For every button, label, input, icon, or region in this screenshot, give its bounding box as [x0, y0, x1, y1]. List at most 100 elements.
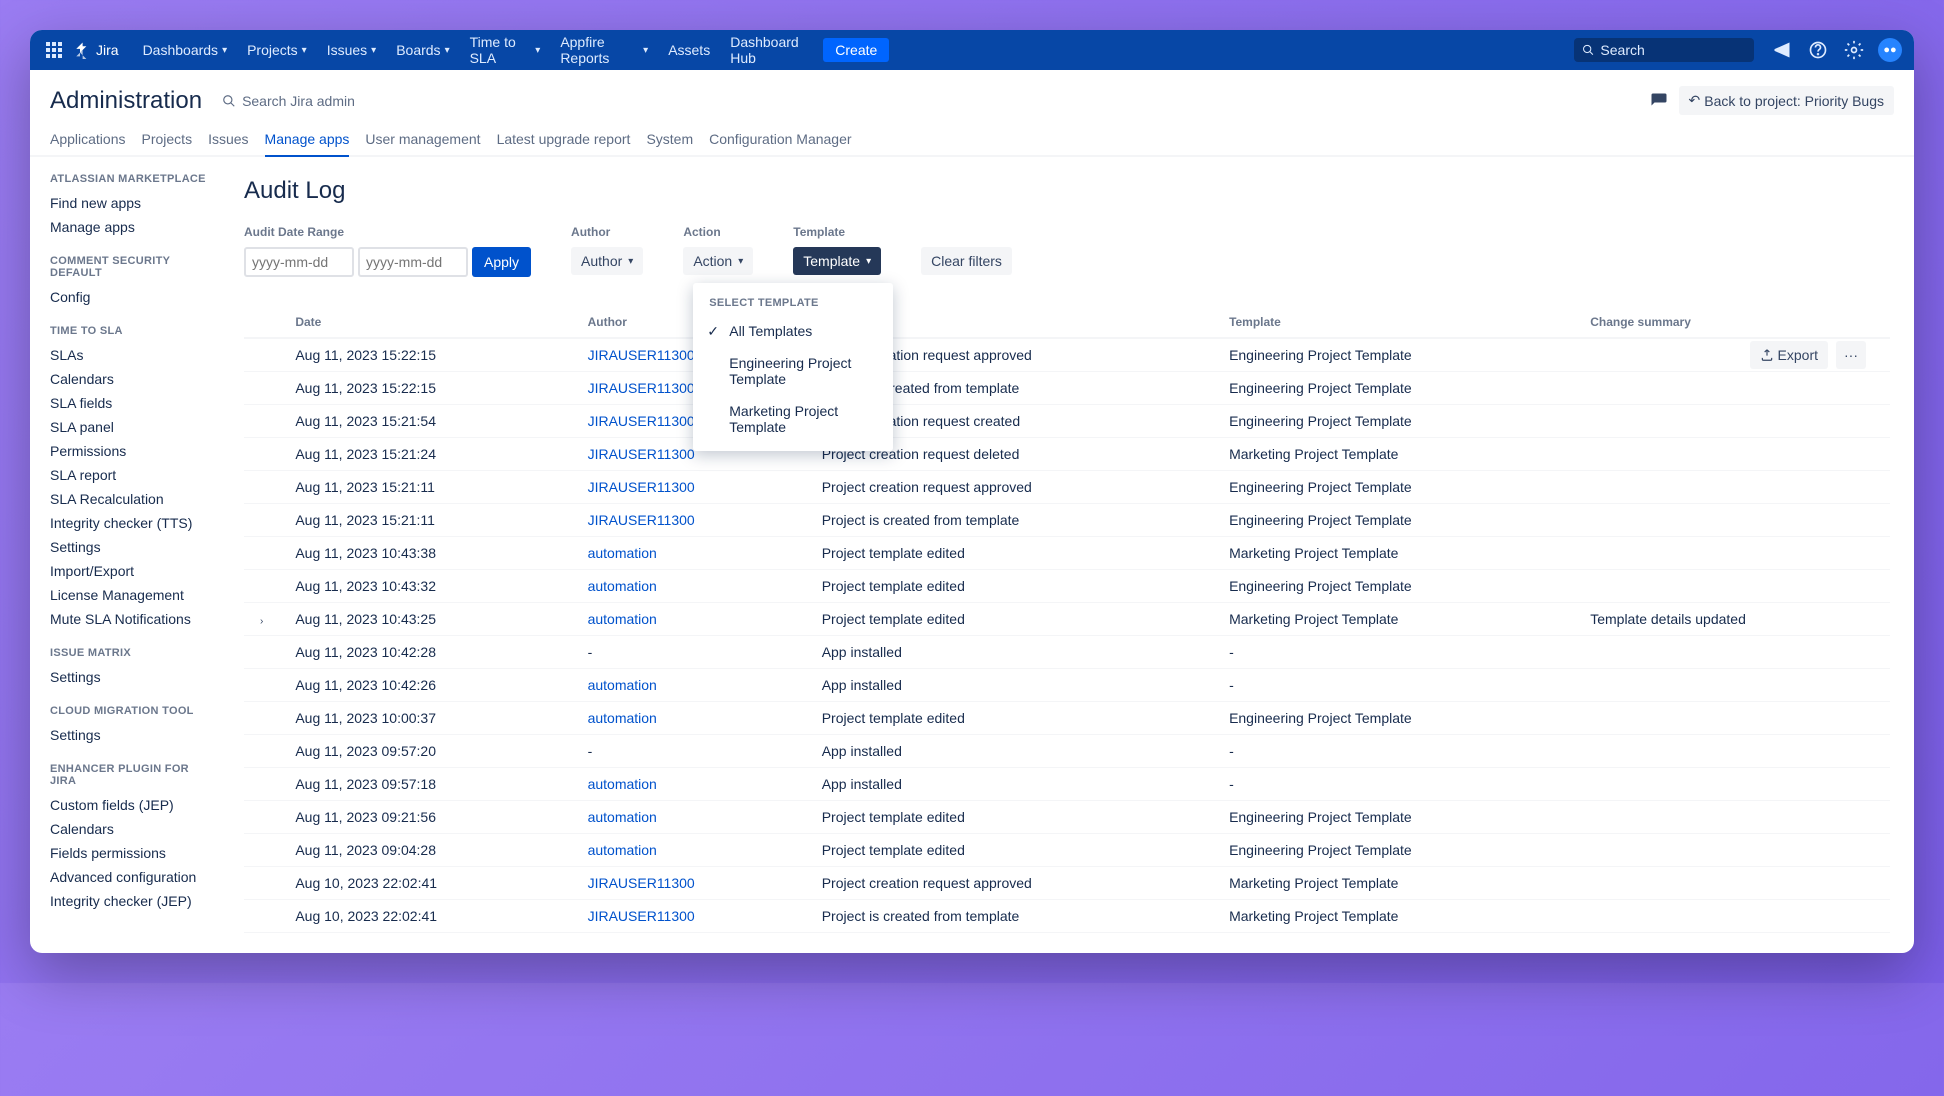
- cell-date: Aug 11, 2023 10:43:25: [279, 603, 571, 636]
- table-row: ›Aug 11, 2023 10:43:25automationProject …: [244, 603, 1890, 636]
- cell-author: JIRAUSER11300: [572, 867, 806, 900]
- sidebar-item-calendars[interactable]: Calendars: [50, 367, 208, 391]
- column-header: Date: [279, 307, 571, 338]
- cell-template: Engineering Project Template: [1213, 702, 1574, 735]
- sidebar-item-import-export[interactable]: Import/Export: [50, 559, 208, 583]
- template-option[interactable]: Engineering Project Template: [693, 347, 893, 395]
- sidebar-item-manage-apps[interactable]: Manage apps: [50, 215, 208, 239]
- cell-date: Aug 11, 2023 15:21:24: [279, 438, 571, 471]
- author-link[interactable]: JIRAUSER11300: [588, 875, 695, 891]
- template-filter-dropdown[interactable]: Template▾: [793, 247, 881, 275]
- sidebar-item-mute-sla-notifications[interactable]: Mute SLA Notifications: [50, 607, 208, 631]
- apply-button[interactable]: Apply: [472, 247, 531, 277]
- author-link[interactable]: automation: [588, 842, 657, 858]
- sidebar-item-fields-permissions[interactable]: Fields permissions: [50, 841, 208, 865]
- author-link[interactable]: JIRAUSER11300: [588, 446, 695, 462]
- author-link[interactable]: JIRAUSER11300: [588, 908, 695, 924]
- sidebar-item-settings[interactable]: Settings: [50, 665, 208, 689]
- author-link[interactable]: automation: [588, 776, 657, 792]
- clear-filters-button[interactable]: Clear filters: [921, 247, 1012, 275]
- nav-issues[interactable]: Issues▾: [319, 38, 385, 62]
- sidebar-item-sla-recalculation[interactable]: SLA Recalculation: [50, 487, 208, 511]
- cell-template: Engineering Project Template: [1213, 801, 1574, 834]
- nav-projects[interactable]: Projects▾: [239, 38, 315, 62]
- global-search-input[interactable]: [1600, 42, 1746, 58]
- author-link[interactable]: automation: [588, 677, 657, 693]
- sidebar-item-config[interactable]: Config: [50, 285, 208, 309]
- nav-dashboard-hub[interactable]: Dashboard Hub: [722, 30, 819, 70]
- action-filter-dropdown[interactable]: Action▾: [683, 247, 753, 275]
- cell-template: Marketing Project Template: [1213, 900, 1574, 933]
- sidebar-item-settings[interactable]: Settings: [50, 723, 208, 747]
- sidebar-item-sla-report[interactable]: SLA report: [50, 463, 208, 487]
- create-button[interactable]: Create: [823, 38, 889, 62]
- cell-summary: [1574, 801, 1890, 834]
- notifications-icon[interactable]: [1770, 38, 1794, 62]
- expand-row-icon[interactable]: ›: [260, 616, 263, 627]
- tab-applications[interactable]: Applications: [50, 123, 126, 157]
- cell-date: Aug 11, 2023 10:43:32: [279, 570, 571, 603]
- admin-search[interactable]: Search Jira admin: [222, 93, 355, 109]
- cell-date: Aug 11, 2023 15:22:15: [279, 372, 571, 405]
- feedback-icon[interactable]: [1647, 89, 1671, 113]
- cell-summary: [1574, 834, 1890, 867]
- table-row: Aug 11, 2023 10:42:28-App installed-: [244, 636, 1890, 669]
- author-link[interactable]: automation: [588, 578, 657, 594]
- sidebar-item-custom-fields-jep-[interactable]: Custom fields (JEP): [50, 793, 208, 817]
- cell-template: Engineering Project Template: [1213, 338, 1574, 372]
- tab-issues[interactable]: Issues: [208, 123, 248, 157]
- sidebar-item-license-management[interactable]: License Management: [50, 583, 208, 607]
- cell-summary: [1574, 669, 1890, 702]
- cell-action: App installed: [806, 768, 1213, 801]
- author-link[interactable]: JIRAUSER11300: [588, 347, 695, 363]
- template-option[interactable]: All Templates: [693, 315, 893, 347]
- template-filter-label: Template: [793, 225, 881, 239]
- sidebar-item-calendars[interactable]: Calendars: [50, 817, 208, 841]
- nav-dashboards[interactable]: Dashboards▾: [135, 38, 236, 62]
- author-link[interactable]: JIRAUSER11300: [588, 479, 695, 495]
- cell-template: -: [1213, 735, 1574, 768]
- tab-configuration-manager[interactable]: Configuration Manager: [709, 123, 851, 157]
- sidebar-section-title: ATLASSIAN MARKETPLACE: [50, 173, 208, 185]
- author-filter-dropdown[interactable]: Author▾: [571, 247, 643, 275]
- tab-system[interactable]: System: [646, 123, 693, 157]
- author-link[interactable]: JIRAUSER11300: [588, 413, 695, 429]
- author-link[interactable]: automation: [588, 611, 657, 627]
- author-filter-label: Author: [571, 225, 643, 239]
- sidebar-item-advanced-configuration[interactable]: Advanced configuration: [50, 865, 208, 889]
- help-icon[interactable]: [1806, 38, 1830, 62]
- tab-latest-upgrade-report[interactable]: Latest upgrade report: [497, 123, 631, 157]
- nav-appfire-reports[interactable]: Appfire Reports▾: [552, 30, 656, 70]
- tab-user-management[interactable]: User management: [365, 123, 480, 157]
- sidebar-item-sla-panel[interactable]: SLA panel: [50, 415, 208, 439]
- search-icon: [1582, 43, 1594, 57]
- date-to-input[interactable]: [358, 247, 468, 277]
- author-link[interactable]: JIRAUSER11300: [588, 512, 695, 528]
- chevron-down-icon: ▾: [445, 45, 450, 56]
- sidebar-item-settings[interactable]: Settings: [50, 535, 208, 559]
- sidebar-item-integrity-checker-jep-[interactable]: Integrity checker (JEP): [50, 889, 208, 913]
- template-option[interactable]: Marketing Project Template: [693, 395, 893, 443]
- author-link[interactable]: automation: [588, 545, 657, 561]
- tab-projects[interactable]: Projects: [142, 123, 193, 157]
- settings-icon[interactable]: [1842, 38, 1866, 62]
- jira-logo[interactable]: Jira: [74, 41, 119, 59]
- nav-assets[interactable]: Assets: [660, 38, 718, 62]
- tab-manage-apps[interactable]: Manage apps: [265, 123, 350, 157]
- author-link[interactable]: automation: [588, 710, 657, 726]
- author-link[interactable]: automation: [588, 809, 657, 825]
- sidebar-item-sla-fields[interactable]: SLA fields: [50, 391, 208, 415]
- nav-boards[interactable]: Boards▾: [388, 38, 457, 62]
- app-switcher-icon[interactable]: [42, 38, 66, 62]
- back-to-project-button[interactable]: ↶ Back to project: Priority Bugs: [1679, 86, 1894, 115]
- sidebar-item-slas[interactable]: SLAs: [50, 343, 208, 367]
- sidebar-item-integrity-checker-tts-[interactable]: Integrity checker (TTS): [50, 511, 208, 535]
- cell-action: Project is created from template: [806, 504, 1213, 537]
- nav-time-to-sla[interactable]: Time to SLA▾: [462, 30, 549, 70]
- global-search[interactable]: [1574, 38, 1754, 62]
- user-avatar[interactable]: ●●: [1878, 38, 1902, 62]
- sidebar-item-find-new-apps[interactable]: Find new apps: [50, 191, 208, 215]
- sidebar-item-permissions[interactable]: Permissions: [50, 439, 208, 463]
- date-from-input[interactable]: [244, 247, 354, 277]
- author-link[interactable]: JIRAUSER11300: [588, 380, 695, 396]
